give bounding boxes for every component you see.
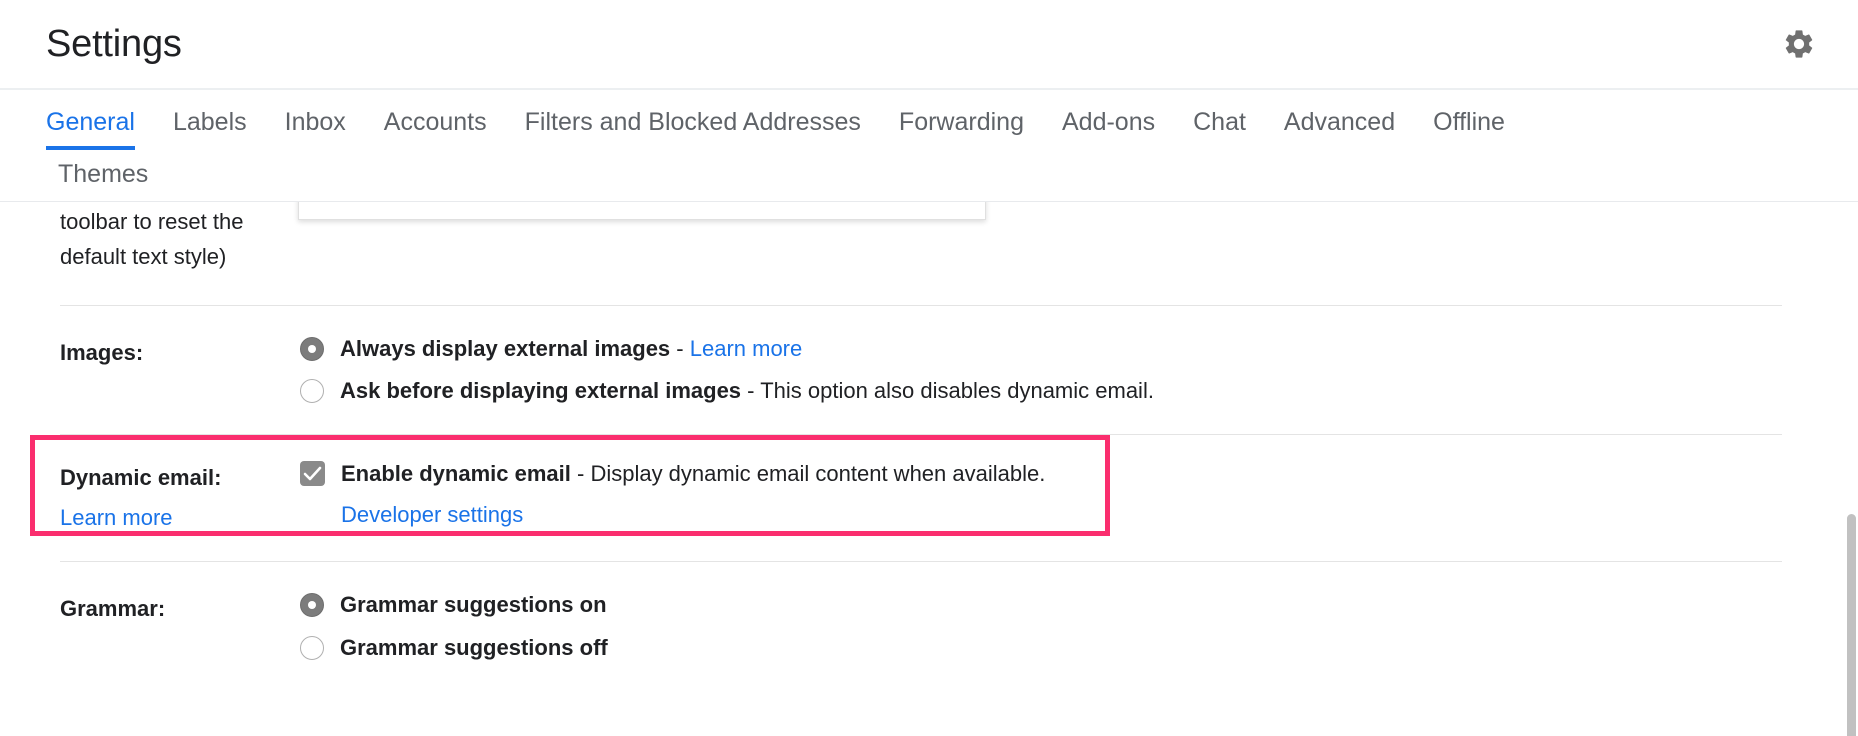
tab-accounts[interactable]: Accounts bbox=[384, 109, 487, 151]
dynamic-email-option-title: Enable dynamic email bbox=[341, 461, 571, 486]
tab-advanced[interactable]: Advanced bbox=[1284, 109, 1395, 151]
text-style-help-text: formatting' button on the toolbar to res… bbox=[60, 201, 300, 275]
radio-grammar-suggestions-on[interactable] bbox=[300, 593, 324, 617]
dynamic-email-option[interactable]: Enable dynamic email - Display dynamic e… bbox=[300, 459, 1782, 489]
images-section: Images: Always display external images -… bbox=[0, 334, 1822, 406]
images-learn-more-link[interactable]: Learn more bbox=[690, 336, 803, 361]
tab-offline[interactable]: Offline bbox=[1433, 109, 1505, 151]
grammar-option-off[interactable]: Grammar suggestions off bbox=[300, 633, 1782, 663]
grammar-option-on[interactable]: Grammar suggestions on bbox=[300, 590, 1782, 620]
dynamic-email-option-description: Display dynamic email content when avail… bbox=[590, 461, 1045, 486]
checkbox-enable-dynamic-email[interactable] bbox=[300, 461, 325, 486]
developer-settings-link[interactable]: Developer settings bbox=[341, 502, 523, 527]
images-option-always-separator: - bbox=[670, 336, 690, 361]
tab-chat[interactable]: Chat bbox=[1193, 109, 1246, 151]
text-style-help-line-3: default text style) bbox=[60, 239, 300, 275]
radio-ask-before-displaying-external-images[interactable] bbox=[300, 379, 324, 403]
dynamic-email-section: Dynamic email: Learn more Enable dynamic… bbox=[0, 435, 1822, 535]
images-option-always-title: Always display external images bbox=[340, 336, 670, 361]
vertical-scrollbar-track[interactable] bbox=[1845, 214, 1858, 736]
text-style-section: formatting' button on the toolbar to res… bbox=[0, 201, 1822, 275]
dynamic-email-option-separator: - bbox=[571, 461, 591, 486]
subtab-themes[interactable]: Themes bbox=[58, 160, 148, 189]
radio-grammar-suggestions-off[interactable] bbox=[300, 636, 324, 660]
dynamic-email-label-text: Dynamic email: bbox=[60, 461, 300, 495]
subtab-row: Themes bbox=[0, 150, 1858, 201]
tab-labels[interactable]: Labels bbox=[173, 109, 247, 151]
images-section-label: Images: bbox=[60, 334, 300, 370]
page-title: Settings bbox=[46, 25, 182, 63]
tab-general[interactable]: General bbox=[46, 109, 135, 151]
images-option-ask-separator: - bbox=[741, 378, 760, 403]
images-option-ask-title: Ask before displaying external images bbox=[340, 378, 741, 403]
grammar-option-on-label: Grammar suggestions on bbox=[340, 590, 607, 620]
grammar-section: Grammar: Grammar suggestions on Grammar … bbox=[0, 590, 1822, 662]
tab-inbox[interactable]: Inbox bbox=[285, 109, 346, 151]
tab-filters-and-blocked-addresses[interactable]: Filters and Blocked Addresses bbox=[525, 109, 861, 151]
settings-page: Settings General Labels Inbox Accounts F… bbox=[0, 0, 1858, 736]
settings-content-scroll[interactable]: formatting' button on the toolbar to res… bbox=[0, 201, 1858, 722]
images-option-ask-label: Ask before displaying external images - … bbox=[340, 376, 1154, 406]
images-option-ask-description: This option also disables dynamic email. bbox=[760, 378, 1154, 403]
images-option-always[interactable]: Always display external images - Learn m… bbox=[300, 334, 1782, 364]
grammar-section-label: Grammar: bbox=[60, 590, 300, 626]
page-header: Settings bbox=[0, 0, 1858, 88]
dynamic-email-section-label: Dynamic email: Learn more bbox=[60, 459, 300, 535]
tab-forwarding[interactable]: Forwarding bbox=[899, 109, 1024, 151]
dynamic-email-learn-more-link[interactable]: Learn more bbox=[60, 505, 173, 530]
grammar-option-on-title: Grammar suggestions on bbox=[340, 592, 607, 617]
dynamic-email-option-label: Enable dynamic email - Display dynamic e… bbox=[341, 459, 1045, 489]
tab-add-ons[interactable]: Add-ons bbox=[1062, 109, 1155, 151]
dynamic-email-highlight-wrap: Dynamic email: Learn more Enable dynamic… bbox=[0, 435, 1822, 535]
images-option-always-label: Always display external images - Learn m… bbox=[340, 334, 802, 364]
body-text-preview: This is what your body text will look li… bbox=[298, 201, 986, 220]
grammar-option-off-title: Grammar suggestions off bbox=[340, 635, 608, 660]
text-style-help-line-2: toolbar to reset the bbox=[60, 204, 300, 240]
radio-always-display-external-images[interactable] bbox=[300, 337, 324, 361]
settings-tabs: General Labels Inbox Accounts Filters an… bbox=[0, 90, 1858, 150]
gear-icon[interactable] bbox=[1782, 27, 1816, 61]
grammar-option-off-label: Grammar suggestions off bbox=[340, 633, 608, 663]
images-option-ask[interactable]: Ask before displaying external images - … bbox=[300, 376, 1782, 406]
vertical-scrollbar-thumb[interactable] bbox=[1847, 514, 1856, 736]
